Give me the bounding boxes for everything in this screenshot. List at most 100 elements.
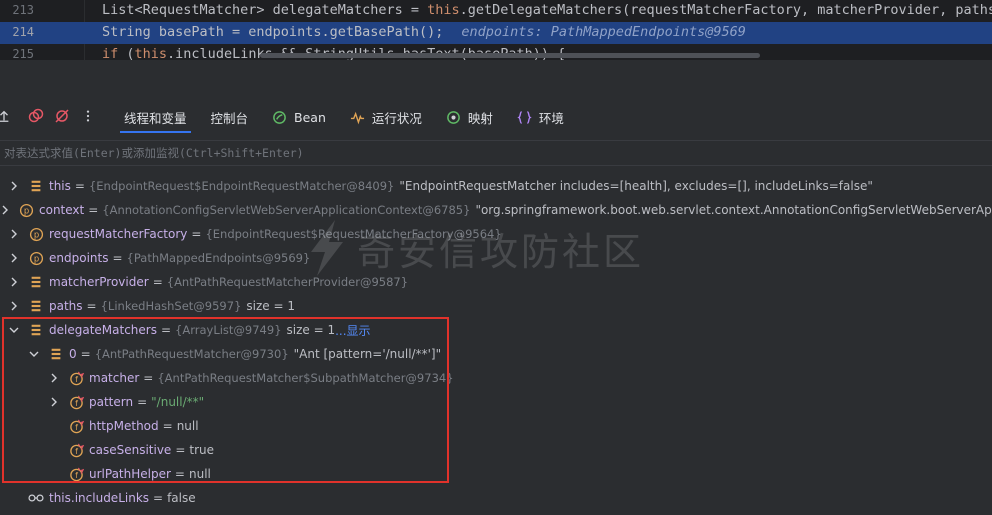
variable-type-ref: {PathMappedEndpoints@9569} [126, 251, 311, 265]
code-token: String basePath = endpoints.getBasePath(… [102, 24, 444, 40]
line-number[interactable]: 215 [0, 47, 34, 60]
code-token: .getDelegateMatchers(requestMatcherFacto… [459, 2, 992, 18]
svg-text:p: p [33, 229, 38, 239]
variable-value: null [188, 467, 211, 481]
tab-label: 控制台 [210, 110, 249, 126]
code-keyword: if [102, 46, 119, 60]
variable-row[interactable]: delegateMatchers = {ArrayList@9749} size = … [0, 318, 992, 342]
equals-sign: = [86, 299, 97, 313]
tab-label: 运行状况 [371, 110, 422, 126]
object-field-icon: f [68, 394, 84, 410]
code-keyword: this [134, 46, 168, 60]
line-number[interactable]: 213 [0, 3, 34, 17]
variable-row[interactable]: 0 = {AntPathRequestMatcher@9730} "Ant [patt… [0, 342, 992, 366]
equals-sign: = [162, 419, 173, 433]
health-icon [350, 110, 365, 125]
field-icon [28, 322, 44, 338]
variable-value: size = 1 [286, 323, 336, 337]
equals-sign: = [88, 203, 99, 217]
tab-bean[interactable]: Bean [260, 98, 338, 136]
variable-value: true [189, 443, 215, 457]
svg-text:f: f [75, 422, 78, 431]
equals-sign: = [152, 275, 163, 289]
variable-row[interactable]: f caseSensitive = true [0, 438, 992, 462]
variable-row[interactable]: f pattern = "/null/**" [0, 390, 992, 414]
variable-name: requestMatcherFactory [49, 227, 188, 241]
variable-name: paths [49, 299, 83, 313]
chevron-right-icon[interactable] [8, 252, 20, 264]
variable-row[interactable]: paths = {LinkedHashSet@9597} size = 1 [0, 294, 992, 318]
variable-row[interactable]: this = {EndpointRequest$EndpointRequestMat… [0, 174, 992, 198]
variable-name: endpoints [49, 251, 109, 265]
variable-row[interactable]: f urlPathHelper = null [0, 462, 992, 486]
debug-tabs: 线程和变量 控制台 Bean 运行状况 映射 环境 [112, 98, 576, 136]
code-token: ( [118, 46, 135, 60]
environment-icon [517, 110, 532, 125]
step-out-icon[interactable] [0, 108, 12, 124]
code-line[interactable]: 213 List<RequestMatcher> delegateMatchers… [0, 0, 992, 22]
chevron-placeholder [48, 444, 60, 456]
view-breakpoints-icon[interactable] [28, 108, 44, 124]
tab-mappings[interactable]: 映射 [434, 98, 505, 136]
line-number[interactable]: 214 [0, 25, 34, 39]
watch-glasses-icon [28, 490, 44, 506]
chevron-right-icon[interactable] [8, 180, 20, 192]
tab-health[interactable]: 运行状况 [338, 98, 434, 136]
chevron-placeholder [48, 420, 60, 432]
variable-name: context [39, 203, 85, 217]
variable-name: pattern [89, 395, 134, 409]
more-options-icon[interactable] [80, 108, 96, 124]
variable-name: urlPathHelper [89, 467, 171, 481]
svg-text:p: p [33, 253, 38, 263]
variable-row[interactable]: f matcher = {AntPathRequestMatcher$SubpathM… [0, 366, 992, 390]
equals-sign: = [153, 491, 164, 505]
variable-value: "org.springframework.boot.web.servlet.co… [475, 203, 992, 217]
svg-text:p: p [23, 205, 28, 215]
equals-sign: = [191, 227, 202, 241]
variable-row[interactable]: p endpoints = {PathMappedEndpoints@9569} [0, 246, 992, 270]
variable-name: matcherProvider [49, 275, 149, 289]
chevron-right-icon[interactable] [8, 276, 20, 288]
code-editor[interactable]: 213 List<RequestMatcher> delegateMatchers… [0, 0, 992, 60]
variable-type-ref: {EndpointRequest$EndpointRequestMatcher@… [88, 179, 395, 193]
chevron-right-icon[interactable] [8, 300, 20, 312]
horizontal-scrollbar[interactable] [260, 53, 760, 58]
chevron-down-icon[interactable] [28, 348, 40, 360]
variable-type-ref: {AntPathRequestMatcher$SubpathMatcher@97… [157, 371, 454, 385]
field-icon [48, 346, 64, 362]
equals-sign: = [175, 443, 186, 457]
equals-sign: = [174, 467, 185, 481]
variable-row[interactable]: p context = {AnnotationConfigServletWebServ… [0, 198, 992, 222]
tab-environment[interactable]: 环境 [505, 98, 576, 136]
variable-value: null [176, 419, 199, 433]
code-line[interactable]: 214 String basePath = endpoints.getBasePa… [0, 22, 992, 44]
tab-label: 环境 [538, 110, 564, 126]
tab-threads-variables[interactable]: 线程和变量 [112, 98, 199, 136]
chevron-right-icon[interactable] [8, 228, 20, 240]
variable-row[interactable]: this.includeLinks = false [0, 486, 992, 510]
variable-row[interactable]: p requestMatcherFactory = {EndpointRequest$… [0, 222, 992, 246]
tab-console[interactable]: 控制台 [199, 98, 261, 136]
field-icon [28, 274, 44, 290]
object-field-icon: f [68, 442, 84, 458]
chevron-down-icon[interactable] [8, 324, 20, 336]
chevron-placeholder [48, 468, 60, 480]
show-more-link[interactable]: ...显示 [335, 322, 370, 339]
svg-text:f: f [75, 470, 78, 479]
evaluate-bar [0, 140, 992, 166]
chevron-right-icon[interactable] [48, 396, 60, 408]
chevron-right-icon[interactable] [0, 204, 10, 216]
mute-breakpoints-icon[interactable] [54, 108, 70, 124]
variable-row[interactable]: matcherProvider = {AntPathRequestMatcherPr… [0, 270, 992, 294]
evaluate-expression-input[interactable] [0, 141, 984, 165]
variable-value: size = 1 [246, 299, 295, 313]
chevron-right-icon[interactable] [48, 372, 60, 384]
variable-value: "/null/**" [151, 395, 205, 409]
equals-sign: = [80, 347, 91, 361]
variable-row[interactable]: f httpMethod = null [0, 414, 992, 438]
bean-icon [272, 110, 287, 125]
inline-value-hint: endpoints: PathMappedEndpoints@9569 [461, 24, 746, 40]
parameter-icon: p [28, 250, 44, 266]
object-field-icon: f [68, 466, 84, 482]
variable-name: caseSensitive [89, 443, 172, 457]
